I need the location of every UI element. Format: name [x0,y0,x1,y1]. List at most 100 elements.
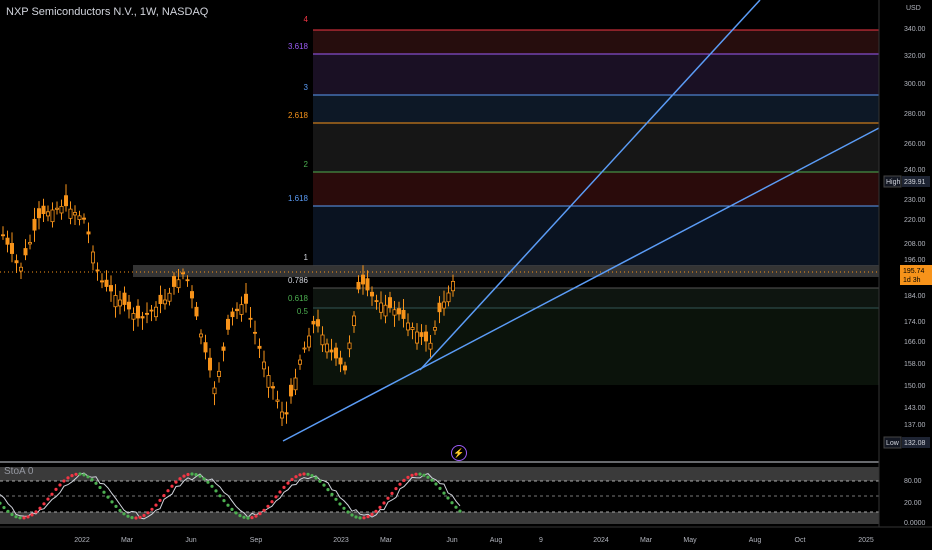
svg-text:137.00: 137.00 [904,422,926,429]
oscillator-dot [70,474,74,478]
svg-text:May: May [683,537,697,544]
candle-body [342,365,347,371]
candle-body [41,205,46,215]
svg-text:208.00: 208.00 [904,241,926,248]
svg-text:Oct: Oct [795,537,806,544]
fib-label-1: 1 [304,253,309,262]
candle-body [320,334,325,346]
candle-body [14,260,19,264]
oscillator-dot [194,473,198,477]
oscillator-dot [302,472,306,476]
resistance-band[interactable] [133,265,879,277]
candle-body [428,342,433,350]
candle-body [302,347,307,350]
candle-body [23,248,28,256]
svg-text:196.00: 196.00 [904,257,926,264]
time-axis[interactable]: 2022 Mar Jun Sep 2023 Mar Jun Aug 9 2024… [74,537,874,544]
oscillator-dot [290,477,294,482]
candle-body [153,306,158,318]
oscillator-label[interactable]: StoA 0 [4,466,33,477]
fib-label-2: 2 [304,160,309,169]
candle-body [27,242,32,245]
oscillator-dot [370,512,374,517]
oscillator-dot [338,502,342,506]
oscillator-dot [314,476,318,480]
oscillator-dot [210,484,214,488]
oscillator-dot [246,516,250,520]
oscillator-dot [30,513,34,517]
svg-text:195.74: 195.74 [903,268,925,275]
oscillator-dot [242,515,246,519]
candle-body [414,331,419,344]
oscillator-dot [330,492,334,496]
oscillator-dot [226,503,230,507]
oscillator-dot [34,510,38,514]
oscillator-dot [286,481,290,485]
svg-text:280.00: 280.00 [904,111,926,118]
oscillator-dot [0,501,2,505]
candle-body [261,361,266,370]
candle-body [162,299,167,305]
fib-label-0786: 0.786 [288,276,309,285]
candle-body [144,312,149,315]
svg-text:260.00: 260.00 [904,141,926,148]
candle-body [185,279,190,282]
candle-body [450,281,455,292]
svg-text:Mar: Mar [640,537,653,544]
candle-body [374,300,379,302]
oscillator-dot [74,472,78,476]
candle-body [77,215,82,220]
candle-body [239,304,244,315]
oscillator-dot [190,472,194,476]
candle-body [311,320,316,325]
oscillator-dot [418,472,422,476]
oscillator-dot [430,478,434,482]
oscillator-dot [254,514,258,518]
oscillator-dot [158,498,162,502]
chart-canvas[interactable]: 4 3.618 3 2.618 2 1.618 1 0.786 0.618 0.… [0,0,932,550]
fib-label-3: 3 [304,83,309,92]
symbol-title[interactable]: NXP Semiconductors N.V., 1W, NASDAQ [6,6,208,18]
candle-body [293,377,298,391]
svg-text:220.00: 220.00 [904,217,926,224]
svg-text:Jun: Jun [185,537,196,544]
svg-text:20.00: 20.00 [904,500,922,507]
oscillator-pane [0,467,879,524]
oscillator-dot [214,489,218,493]
flash-icon[interactable]: ⚡ [451,445,467,461]
oscillator-dot [126,514,130,518]
candle-body [0,234,6,237]
oscillator-dot [54,487,58,491]
candle-body [212,387,217,395]
svg-text:340.00: 340.00 [904,26,926,33]
candle-body [194,306,199,317]
oscillator-dot [22,516,26,520]
candle-body [176,279,181,289]
oscillator-dot [334,497,338,501]
svg-text:230.00: 230.00 [904,197,926,204]
oscillator-dot [174,480,178,484]
oscillator-dot [50,492,54,496]
svg-text:Mar: Mar [380,537,393,544]
candle-body [225,318,230,330]
candle-body [73,212,78,216]
svg-text:Low: Low [886,440,900,447]
candle-body [140,316,145,319]
svg-text:2022: 2022 [74,537,90,544]
oscillator-dot [146,511,150,515]
candle-body [158,294,163,305]
candle-body [86,231,91,235]
oscillator-dot [18,516,22,520]
oscillator-dot [150,507,154,511]
oscillator-dot [78,472,82,476]
candle-body [64,195,69,207]
candle-body [180,272,185,275]
oscillator-dot [422,473,426,477]
candle-body [100,280,105,283]
fib-label-4: 4 [304,15,309,24]
oscillator-dot [198,474,202,478]
oscillator-dot [282,485,286,489]
candle-body [351,315,356,327]
svg-text:High: High [886,179,901,186]
candle-body [9,243,14,254]
